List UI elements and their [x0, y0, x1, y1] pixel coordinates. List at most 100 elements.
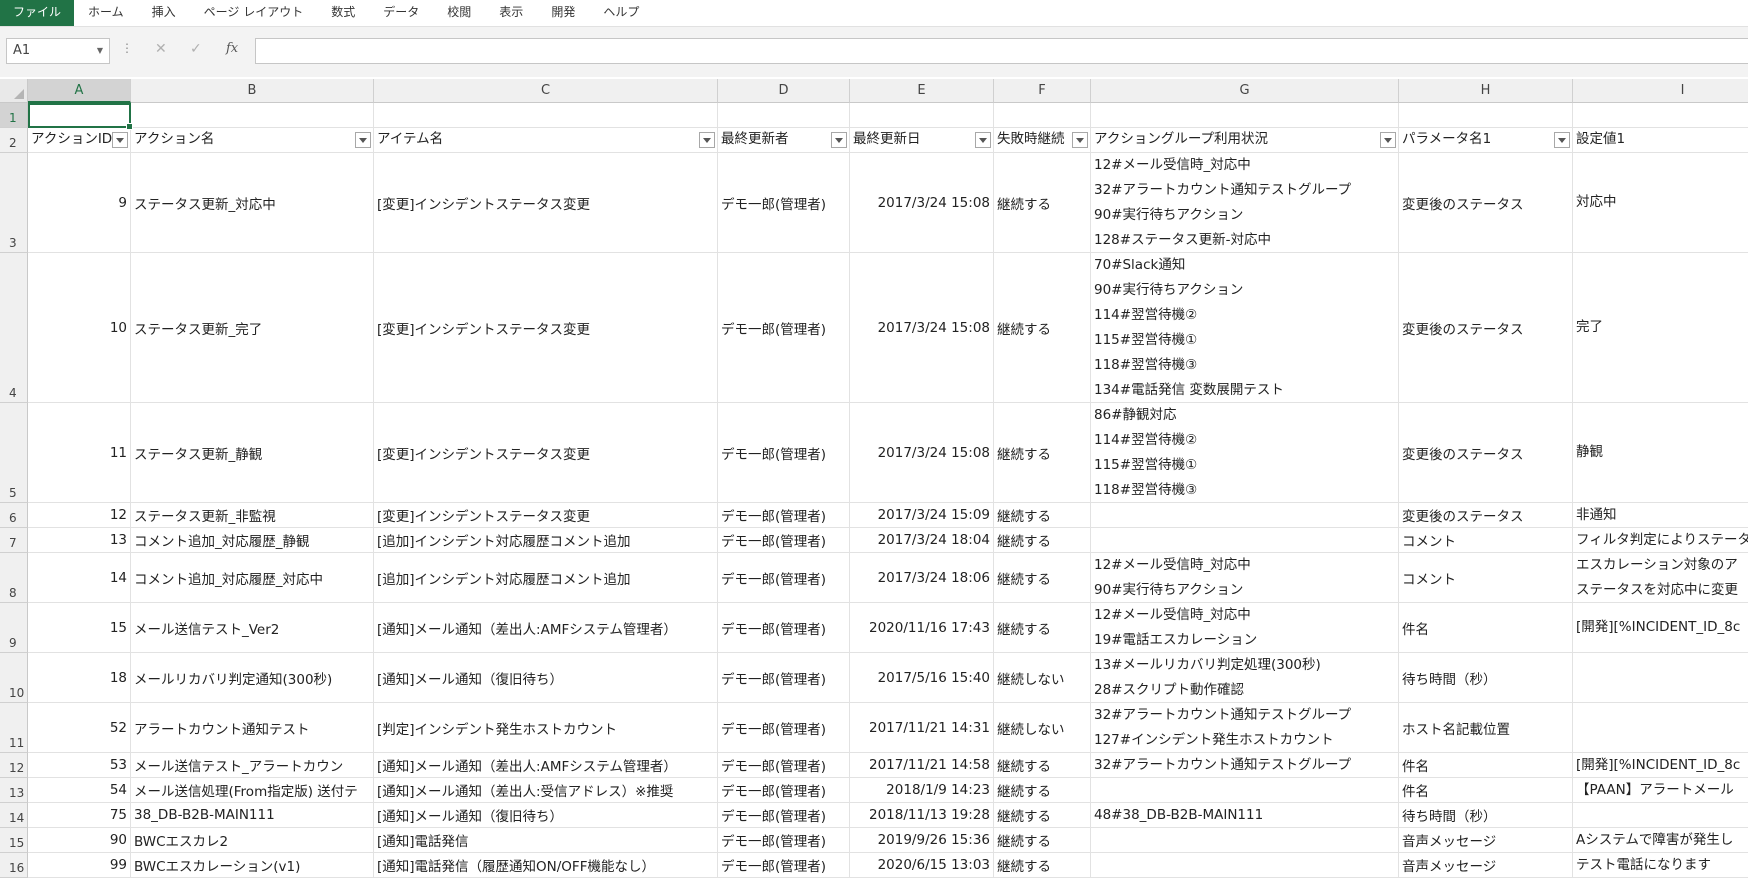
- cell-param-value[interactable]: エスカレーション対象のア ステータスを対応中に変更: [1573, 553, 1748, 603]
- cell-group-usage[interactable]: [1091, 778, 1399, 803]
- cell-param-name[interactable]: コメント: [1399, 528, 1573, 553]
- cell-action-id[interactable]: 54: [28, 778, 131, 803]
- filter-dropdown-icon[interactable]: [831, 132, 847, 148]
- cancel-icon[interactable]: ✕: [155, 41, 167, 57]
- cell-param-value[interactable]: [開発][%INCIDENT_ID_8c: [1573, 603, 1748, 653]
- header-cell[interactable]: 設定値1: [1573, 128, 1748, 153]
- cell-on-failure[interactable]: 継続する: [994, 828, 1091, 853]
- filter-dropdown-icon[interactable]: [1380, 132, 1396, 148]
- cell-updater[interactable]: デモ一郎(管理者): [718, 703, 850, 753]
- row-header-1[interactable]: 1: [0, 103, 28, 128]
- row-header-11[interactable]: 11: [0, 703, 28, 753]
- cell-on-failure[interactable]: 継続する: [994, 503, 1091, 528]
- cell-action-id[interactable]: 75: [28, 803, 131, 828]
- cell-updater[interactable]: デモ一郎(管理者): [718, 153, 850, 253]
- cell-action-id[interactable]: 15: [28, 603, 131, 653]
- header-cell[interactable]: 失敗時継続: [994, 128, 1091, 153]
- cell-item-name[interactable]: [通知]メール通知（差出人:受信アドレス）※推奨: [374, 778, 718, 803]
- cell-item-name[interactable]: [通知]メール通知（復旧待ち）: [374, 653, 718, 703]
- row-header-4[interactable]: 4: [0, 253, 28, 403]
- cell-action-name[interactable]: アラートカウント通知テスト: [131, 703, 374, 753]
- cell-param-name[interactable]: 音声メッセージ: [1399, 828, 1573, 853]
- cell-action-name[interactable]: メール送信処理(From指定版) 送付テ: [131, 778, 374, 803]
- cell-empty[interactable]: [994, 103, 1091, 128]
- cell-on-failure[interactable]: 継続する: [994, 528, 1091, 553]
- header-cell[interactable]: アイテム名: [374, 128, 718, 153]
- cell-action-name[interactable]: ステータス更新_対応中: [131, 153, 374, 253]
- cell-param-value[interactable]: [1573, 803, 1748, 828]
- active-cell-a1[interactable]: [28, 103, 133, 130]
- cell-updated-date[interactable]: 2020/11/16 17:43: [850, 603, 994, 653]
- cell-param-value[interactable]: 【PAAN】アラートメール: [1573, 778, 1748, 803]
- row-header-13[interactable]: 13: [0, 778, 28, 803]
- column-header-a[interactable]: A: [28, 79, 131, 103]
- row-header-2[interactable]: 2: [0, 128, 28, 153]
- cell-item-name[interactable]: [変更]インシデントステータス変更: [374, 403, 718, 503]
- cell-updater[interactable]: デモ一郎(管理者): [718, 828, 850, 853]
- cell-param-value[interactable]: [1573, 703, 1748, 753]
- cell-action-id[interactable]: 99: [28, 853, 131, 878]
- cell-empty[interactable]: [374, 103, 718, 128]
- cell-param-value[interactable]: 完了: [1573, 253, 1748, 403]
- select-all-button[interactable]: [0, 79, 28, 103]
- filter-dropdown-icon[interactable]: [699, 132, 715, 148]
- cell-empty[interactable]: [1091, 103, 1399, 128]
- cell-param-name[interactable]: 変更後のステータス: [1399, 153, 1573, 253]
- column-header-i[interactable]: I: [1573, 79, 1748, 103]
- cell-param-name[interactable]: 待ち時間（秒）: [1399, 803, 1573, 828]
- tab-ribbon-6[interactable]: 校閲: [433, 0, 485, 26]
- cell-on-failure[interactable]: 継続する: [994, 553, 1091, 603]
- cell-item-name[interactable]: [判定]インシデント発生ホストカウント: [374, 703, 718, 753]
- cell-param-value[interactable]: 静観: [1573, 403, 1748, 503]
- cell-item-name[interactable]: [通知]メール通知（差出人:AMFシステム管理者）: [374, 753, 718, 778]
- cell-action-id[interactable]: 52: [28, 703, 131, 753]
- cell-on-failure[interactable]: 継続する: [994, 403, 1091, 503]
- cell-group-usage[interactable]: [1091, 528, 1399, 553]
- cell-item-name[interactable]: [変更]インシデントステータス変更: [374, 503, 718, 528]
- cell-on-failure[interactable]: 継続しない: [994, 703, 1091, 753]
- tab-ribbon-5[interactable]: データ: [369, 0, 433, 26]
- cell-param-name[interactable]: 音声メッセージ: [1399, 853, 1573, 878]
- cell-action-id[interactable]: 90: [28, 828, 131, 853]
- cell-action-id[interactable]: 13: [28, 528, 131, 553]
- cell-empty[interactable]: [718, 103, 850, 128]
- cell-action-name[interactable]: ステータス更新_静観: [131, 403, 374, 503]
- cell-on-failure[interactable]: 継続する: [994, 603, 1091, 653]
- column-header-b[interactable]: B: [131, 79, 374, 103]
- cell-item-name[interactable]: [追加]インシデント対応履歴コメント追加: [374, 528, 718, 553]
- cell-action-name[interactable]: 38_DB-B2B-MAIN111: [131, 803, 374, 828]
- cell-group-usage[interactable]: [1091, 853, 1399, 878]
- cell-item-name[interactable]: [変更]インシデントステータス変更: [374, 153, 718, 253]
- cell-on-failure[interactable]: 継続する: [994, 803, 1091, 828]
- cell-item-name[interactable]: [通知]電話発信: [374, 828, 718, 853]
- row-header-5[interactable]: 5: [0, 403, 28, 503]
- cell-group-usage[interactable]: 32#アラートカウント通知テストグループ: [1091, 753, 1399, 778]
- row-header-15[interactable]: 15: [0, 828, 28, 853]
- cell-item-name[interactable]: [通知]メール通知（差出人:AMFシステム管理者）: [374, 603, 718, 653]
- cell-action-name[interactable]: メール送信テスト_アラートカウン: [131, 753, 374, 778]
- cell-action-id[interactable]: 9: [28, 153, 131, 253]
- cell-updater[interactable]: デモ一郎(管理者): [718, 603, 850, 653]
- cell-param-name[interactable]: コメント: [1399, 553, 1573, 603]
- cell-action-name[interactable]: メール送信テスト_Ver2: [131, 603, 374, 653]
- cell-updater[interactable]: デモ一郎(管理者): [718, 778, 850, 803]
- tab-ribbon-4[interactable]: 数式: [317, 0, 369, 26]
- cell-action-name[interactable]: ステータス更新_非監視: [131, 503, 374, 528]
- cell-action-id[interactable]: 53: [28, 753, 131, 778]
- cell-updated-date[interactable]: 2020/6/15 13:03: [850, 853, 994, 878]
- column-header-c[interactable]: C: [374, 79, 718, 103]
- chevron-down-icon[interactable]: ▼: [97, 39, 103, 63]
- cell-group-usage[interactable]: 48#38_DB-B2B-MAIN111: [1091, 803, 1399, 828]
- cell-on-failure[interactable]: 継続する: [994, 753, 1091, 778]
- cell-group-usage[interactable]: [1091, 503, 1399, 528]
- cell-group-usage[interactable]: 32#アラートカウント通知テストグループ 127#インシデント発生ホストカウント: [1091, 703, 1399, 753]
- cell-empty[interactable]: [850, 103, 994, 128]
- cell-group-usage[interactable]: 86#静観対応 114#翌営待機② 115#翌営待機① 118#翌営待機③: [1091, 403, 1399, 503]
- cell-action-name[interactable]: BWCエスカレーション(v1): [131, 853, 374, 878]
- cell-param-value[interactable]: [1573, 653, 1748, 703]
- cell-updater[interactable]: デモ一郎(管理者): [718, 753, 850, 778]
- cell-param-value[interactable]: テスト電話になります: [1573, 853, 1748, 878]
- cell-updated-date[interactable]: 2017/3/24 15:09: [850, 503, 994, 528]
- tab-ribbon-8[interactable]: 開発: [537, 0, 589, 26]
- filter-dropdown-icon[interactable]: [112, 132, 128, 148]
